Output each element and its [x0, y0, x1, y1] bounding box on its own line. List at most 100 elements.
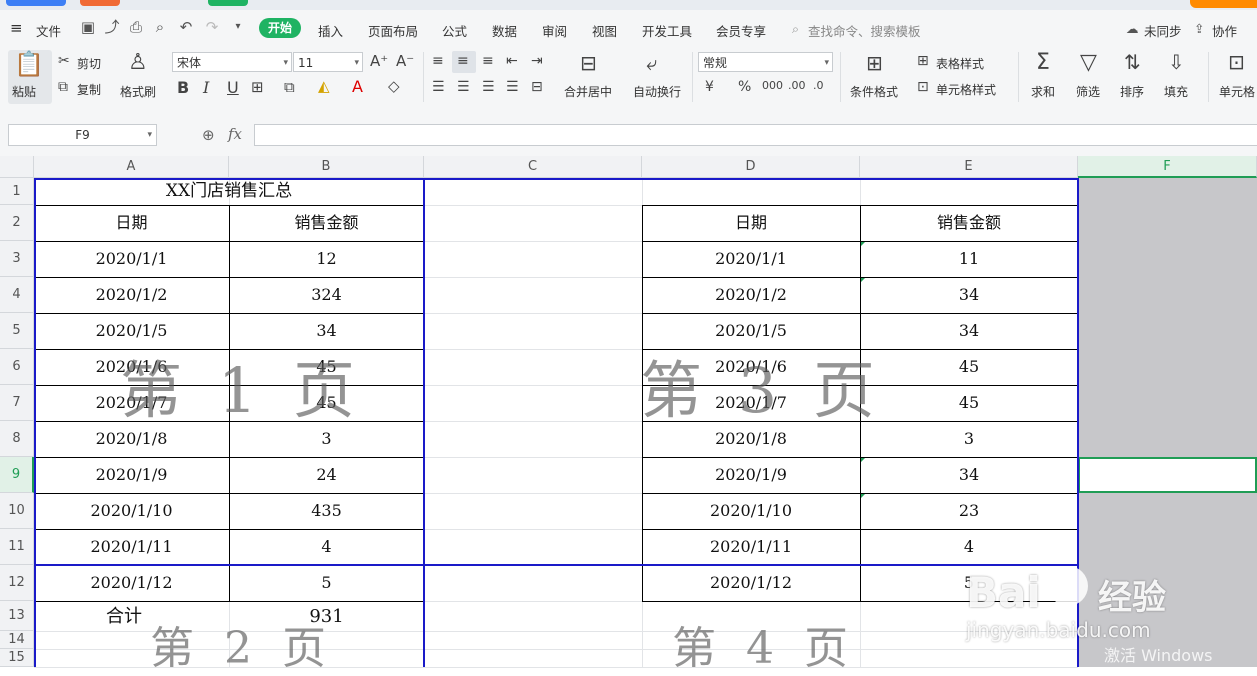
table-cell[interactable]: 23 — [860, 493, 1078, 529]
table-cell[interactable]: 5 — [229, 565, 424, 601]
customize-chevron-icon[interactable]: ▾ — [230, 19, 246, 35]
number-format-select[interactable]: 常规 ▾ — [698, 52, 833, 72]
underline-button[interactable]: U — [227, 80, 239, 96]
increase-font-icon[interactable]: A⁺ — [370, 54, 388, 69]
search-command[interactable]: 查找命令、搜索模板 — [808, 21, 921, 40]
filter-button[interactable]: 筛选 — [1076, 83, 1100, 100]
column-header-D[interactable]: D — [642, 156, 860, 178]
table-cell[interactable]: 2020/1/1 — [642, 241, 860, 277]
table-cell[interactable]: 4 — [860, 529, 1078, 565]
wrap-text-button[interactable]: 自动换行 — [633, 83, 681, 100]
row-header-3[interactable]: 3 — [0, 241, 34, 277]
table-cell[interactable]: 2020/1/10 — [642, 493, 860, 529]
formula-input[interactable] — [254, 124, 1257, 146]
sheet-title[interactable]: XX门店销售汇总 — [34, 178, 424, 205]
cell-style-icon[interactable]: ⧉ — [284, 80, 295, 95]
table-cell[interactable]: 2020/1/2 — [34, 277, 229, 313]
page-break-line[interactable] — [423, 178, 425, 667]
cut-button[interactable]: 剪切 — [77, 55, 101, 72]
row-header-8[interactable]: 8 — [0, 421, 34, 457]
row-header-1[interactable]: 1 — [0, 178, 34, 205]
distributed-icon[interactable]: ⊟ — [531, 80, 543, 94]
table-cell[interactable]: 34 — [860, 313, 1078, 349]
table-cell[interactable]: 2020/1/2 — [642, 277, 860, 313]
table-cell[interactable]: 45 — [860, 349, 1078, 385]
print-icon[interactable]: ⎙ — [128, 19, 144, 35]
sum-button[interactable]: 求和 — [1031, 83, 1055, 100]
table-cell[interactable]: 2020/1/9 — [642, 457, 860, 493]
cloud-icon[interactable]: ☁ — [1126, 21, 1139, 36]
align-right-icon[interactable]: ☰ — [482, 80, 495, 94]
table-cell[interactable]: 3 — [860, 421, 1078, 457]
document-tab-3[interactable] — [208, 0, 248, 6]
name-box[interactable]: F9 ▾ — [8, 124, 157, 146]
sync-status[interactable]: 未同步 — [1144, 21, 1182, 40]
tab-developer[interactable]: 开发工具 — [642, 21, 692, 40]
row-header-2[interactable]: 2 — [0, 205, 34, 241]
row-header-11[interactable]: 11 — [0, 529, 34, 565]
tab-page-layout[interactable]: 页面布局 — [368, 21, 418, 40]
copy-button[interactable]: 复制 — [77, 81, 101, 98]
table-cell[interactable]: 4 — [229, 529, 424, 565]
page-break-line[interactable] — [34, 564, 1079, 566]
share-icon[interactable]: ⇪ — [1194, 21, 1204, 36]
row-header-15[interactable]: 15 — [0, 649, 34, 667]
sort-button[interactable]: 排序 — [1120, 83, 1144, 100]
hamburger-icon[interactable]: ≡ — [10, 19, 23, 37]
tab-view[interactable]: 视图 — [592, 21, 617, 40]
align-left-icon[interactable]: ☰ — [432, 80, 445, 94]
document-tab-2[interactable] — [80, 0, 120, 6]
table-cell[interactable]: 2020/1/1 — [34, 241, 229, 277]
table-cell[interactable]: 24 — [229, 457, 424, 493]
tab-member[interactable]: 会员专享 — [716, 21, 766, 40]
fill-color-icon[interactable]: ◭ — [318, 79, 330, 94]
left-header-date[interactable]: 日期 — [34, 205, 229, 241]
tab-formula[interactable]: 公式 — [442, 21, 467, 40]
column-header-C[interactable]: C — [424, 156, 642, 178]
collab-button[interactable]: 协作 — [1212, 21, 1237, 40]
export-icon[interactable]: ⤴ — [104, 19, 120, 35]
tab-review[interactable]: 审阅 — [542, 21, 567, 40]
redo-icon[interactable]: ↷ — [204, 19, 220, 35]
thousands-icon[interactable]: 000 — [762, 80, 783, 91]
align-bottom-icon[interactable]: ≡ — [482, 54, 494, 68]
currency-button[interactable]: ¥ — [705, 80, 714, 94]
cell-style-button[interactable]: 单元格样式 — [936, 81, 996, 98]
italic-button[interactable]: I — [203, 80, 209, 96]
indent-decrease-icon[interactable]: ⇤ — [506, 54, 518, 68]
selected-cell-F9[interactable] — [1078, 457, 1257, 493]
left-header-amount[interactable]: 销售金额 — [229, 205, 424, 241]
table-cell[interactable]: 12 — [229, 241, 424, 277]
align-top-icon[interactable]: ≡ — [432, 54, 444, 68]
row-header-14[interactable]: 14 — [0, 631, 34, 649]
table-cell[interactable]: 2020/1/9 — [34, 457, 229, 493]
font-name-select[interactable]: 宋体 ▾ — [172, 52, 292, 72]
save-icon[interactable]: ▣ — [80, 19, 96, 35]
row-header-4[interactable]: 4 — [0, 277, 34, 313]
column-header-B[interactable]: B — [229, 156, 424, 178]
table-cell[interactable]: 2020/1/11 — [642, 529, 860, 565]
page-break-line[interactable] — [34, 178, 1079, 180]
document-tab-1[interactable] — [6, 0, 66, 6]
table-cell[interactable]: 34 — [860, 457, 1078, 493]
member-badge[interactable] — [1190, 0, 1257, 8]
search-icon[interactable]: ⌕ — [792, 21, 799, 37]
border-icon[interactable]: ⊞ — [251, 80, 264, 95]
indent-increase-icon[interactable]: ⇥ — [531, 54, 543, 68]
row-header-6[interactable]: 6 — [0, 349, 34, 385]
percent-button[interactable]: % — [738, 80, 751, 94]
cond-format-button[interactable]: 条件格式 — [850, 83, 898, 100]
zoom-icon[interactable]: ⊕ — [202, 126, 215, 144]
row-header-13[interactable]: 13 — [0, 601, 34, 631]
tab-start[interactable]: 开始 — [259, 18, 301, 38]
table-cell[interactable]: 2020/1/11 — [34, 529, 229, 565]
fill-button[interactable]: 填充 — [1164, 83, 1188, 100]
table-cell[interactable]: 435 — [229, 493, 424, 529]
table-style-button[interactable]: 表格样式 — [936, 55, 984, 72]
menu-file[interactable]: 文件 — [36, 21, 61, 40]
row-header-10[interactable]: 10 — [0, 493, 34, 529]
tab-insert[interactable]: 插入 — [318, 21, 343, 40]
right-header-amount[interactable]: 销售金额 — [860, 205, 1078, 241]
column-header-F[interactable]: F — [1078, 156, 1257, 178]
justify-icon[interactable]: ☰ — [506, 80, 519, 94]
